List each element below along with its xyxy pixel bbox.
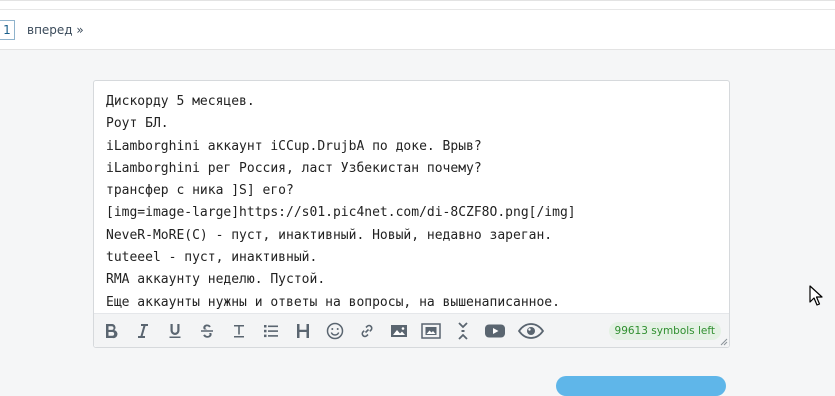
editor-line: iLamborghini аккаунт iCCup.DrujbA по док… [106, 138, 482, 154]
bold-icon[interactable] [100, 320, 122, 342]
gallery-icon[interactable] [420, 320, 442, 342]
center-align-icon[interactable] [228, 320, 250, 342]
italic-icon[interactable] [132, 320, 154, 342]
editor-line: iLamborghini рег Россия, ласт Узбекистан… [106, 160, 482, 176]
editor-line: Дискорду 5 месяцев. [106, 94, 255, 109]
divider [0, 9, 835, 10]
editor-line: Роут БЛ. [106, 116, 169, 132]
editor-line: Еще аккаунты нужны и ответы на вопросы, … [106, 294, 560, 310]
preview-eye-icon[interactable] [518, 320, 544, 342]
message-editor[interactable]: Дискорду 5 месяцев. Роут БЛ. iLamborghini … [93, 80, 730, 348]
link-icon[interactable] [356, 320, 378, 342]
collapse-icon[interactable] [452, 320, 474, 342]
editor-line: RMA аккаунту неделю. Пустой. [106, 272, 326, 288]
bulleted-list-icon[interactable] [260, 320, 282, 342]
youtube-icon[interactable] [484, 320, 506, 342]
symbols-left-counter: 99613 symbols left [608, 322, 721, 340]
strikethrough-icon[interactable] [196, 320, 218, 342]
submit-button[interactable] [556, 376, 726, 396]
resize-grip-icon[interactable] [720, 338, 728, 346]
editor-line: tuteeel - пуст, инактивный. [106, 250, 318, 266]
image-icon[interactable] [388, 320, 410, 342]
editor-line: [img=image-large]https://s01.pic4net.com… [106, 205, 576, 221]
editor-line: NeveR-MoRE(C) - пуст, инактивный. Новый,… [106, 227, 553, 243]
pagination-bar: 1 вперед » [0, 0, 835, 50]
page-number-current[interactable]: 1 [0, 20, 15, 40]
mouse-cursor-icon [809, 285, 823, 306]
emoji-icon[interactable] [324, 320, 346, 342]
underline-icon[interactable] [164, 320, 186, 342]
editor-line: трансфер с ника ]S] его? [106, 183, 294, 199]
next-page-link[interactable]: вперед » [27, 22, 84, 38]
formatting-toolbar: 99613 symbols left [94, 313, 729, 347]
heading-icon[interactable] [292, 320, 314, 342]
editor-textarea[interactable]: Дискорду 5 месяцев. Роут БЛ. iLamborghini … [106, 91, 719, 311]
